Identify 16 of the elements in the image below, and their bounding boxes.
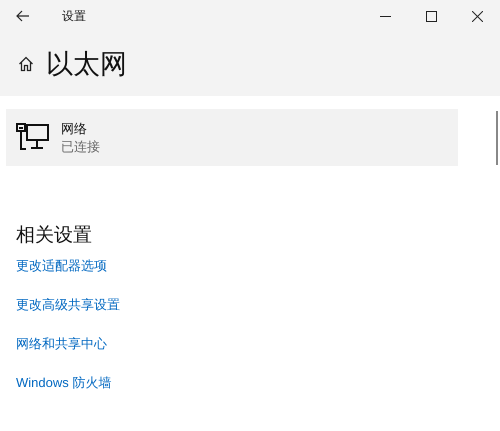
window-title: 设置 xyxy=(62,8,86,24)
section-heading: 相关设置 xyxy=(16,224,93,248)
connection-status: 已连接 xyxy=(61,138,100,156)
settings-link[interactable]: Windows 防火墙 xyxy=(16,373,112,392)
page-title: 以太网 xyxy=(46,48,127,81)
close-icon xyxy=(472,10,482,22)
home-icon[interactable] xyxy=(18,56,34,72)
settings-link[interactable]: 更改适配器选项 xyxy=(16,256,107,275)
scrollbar[interactable] xyxy=(496,111,498,165)
back-arrow-icon xyxy=(16,10,30,22)
settings-link[interactable]: 网络和共享中心 xyxy=(16,334,107,353)
network-name: 网络 xyxy=(61,120,88,138)
maximize-icon xyxy=(426,10,436,22)
computer-network-icon xyxy=(16,122,50,152)
settings-link[interactable]: 更改高级共享设置 xyxy=(16,295,120,314)
network-card[interactable]: 网络 已连接 xyxy=(6,109,458,166)
